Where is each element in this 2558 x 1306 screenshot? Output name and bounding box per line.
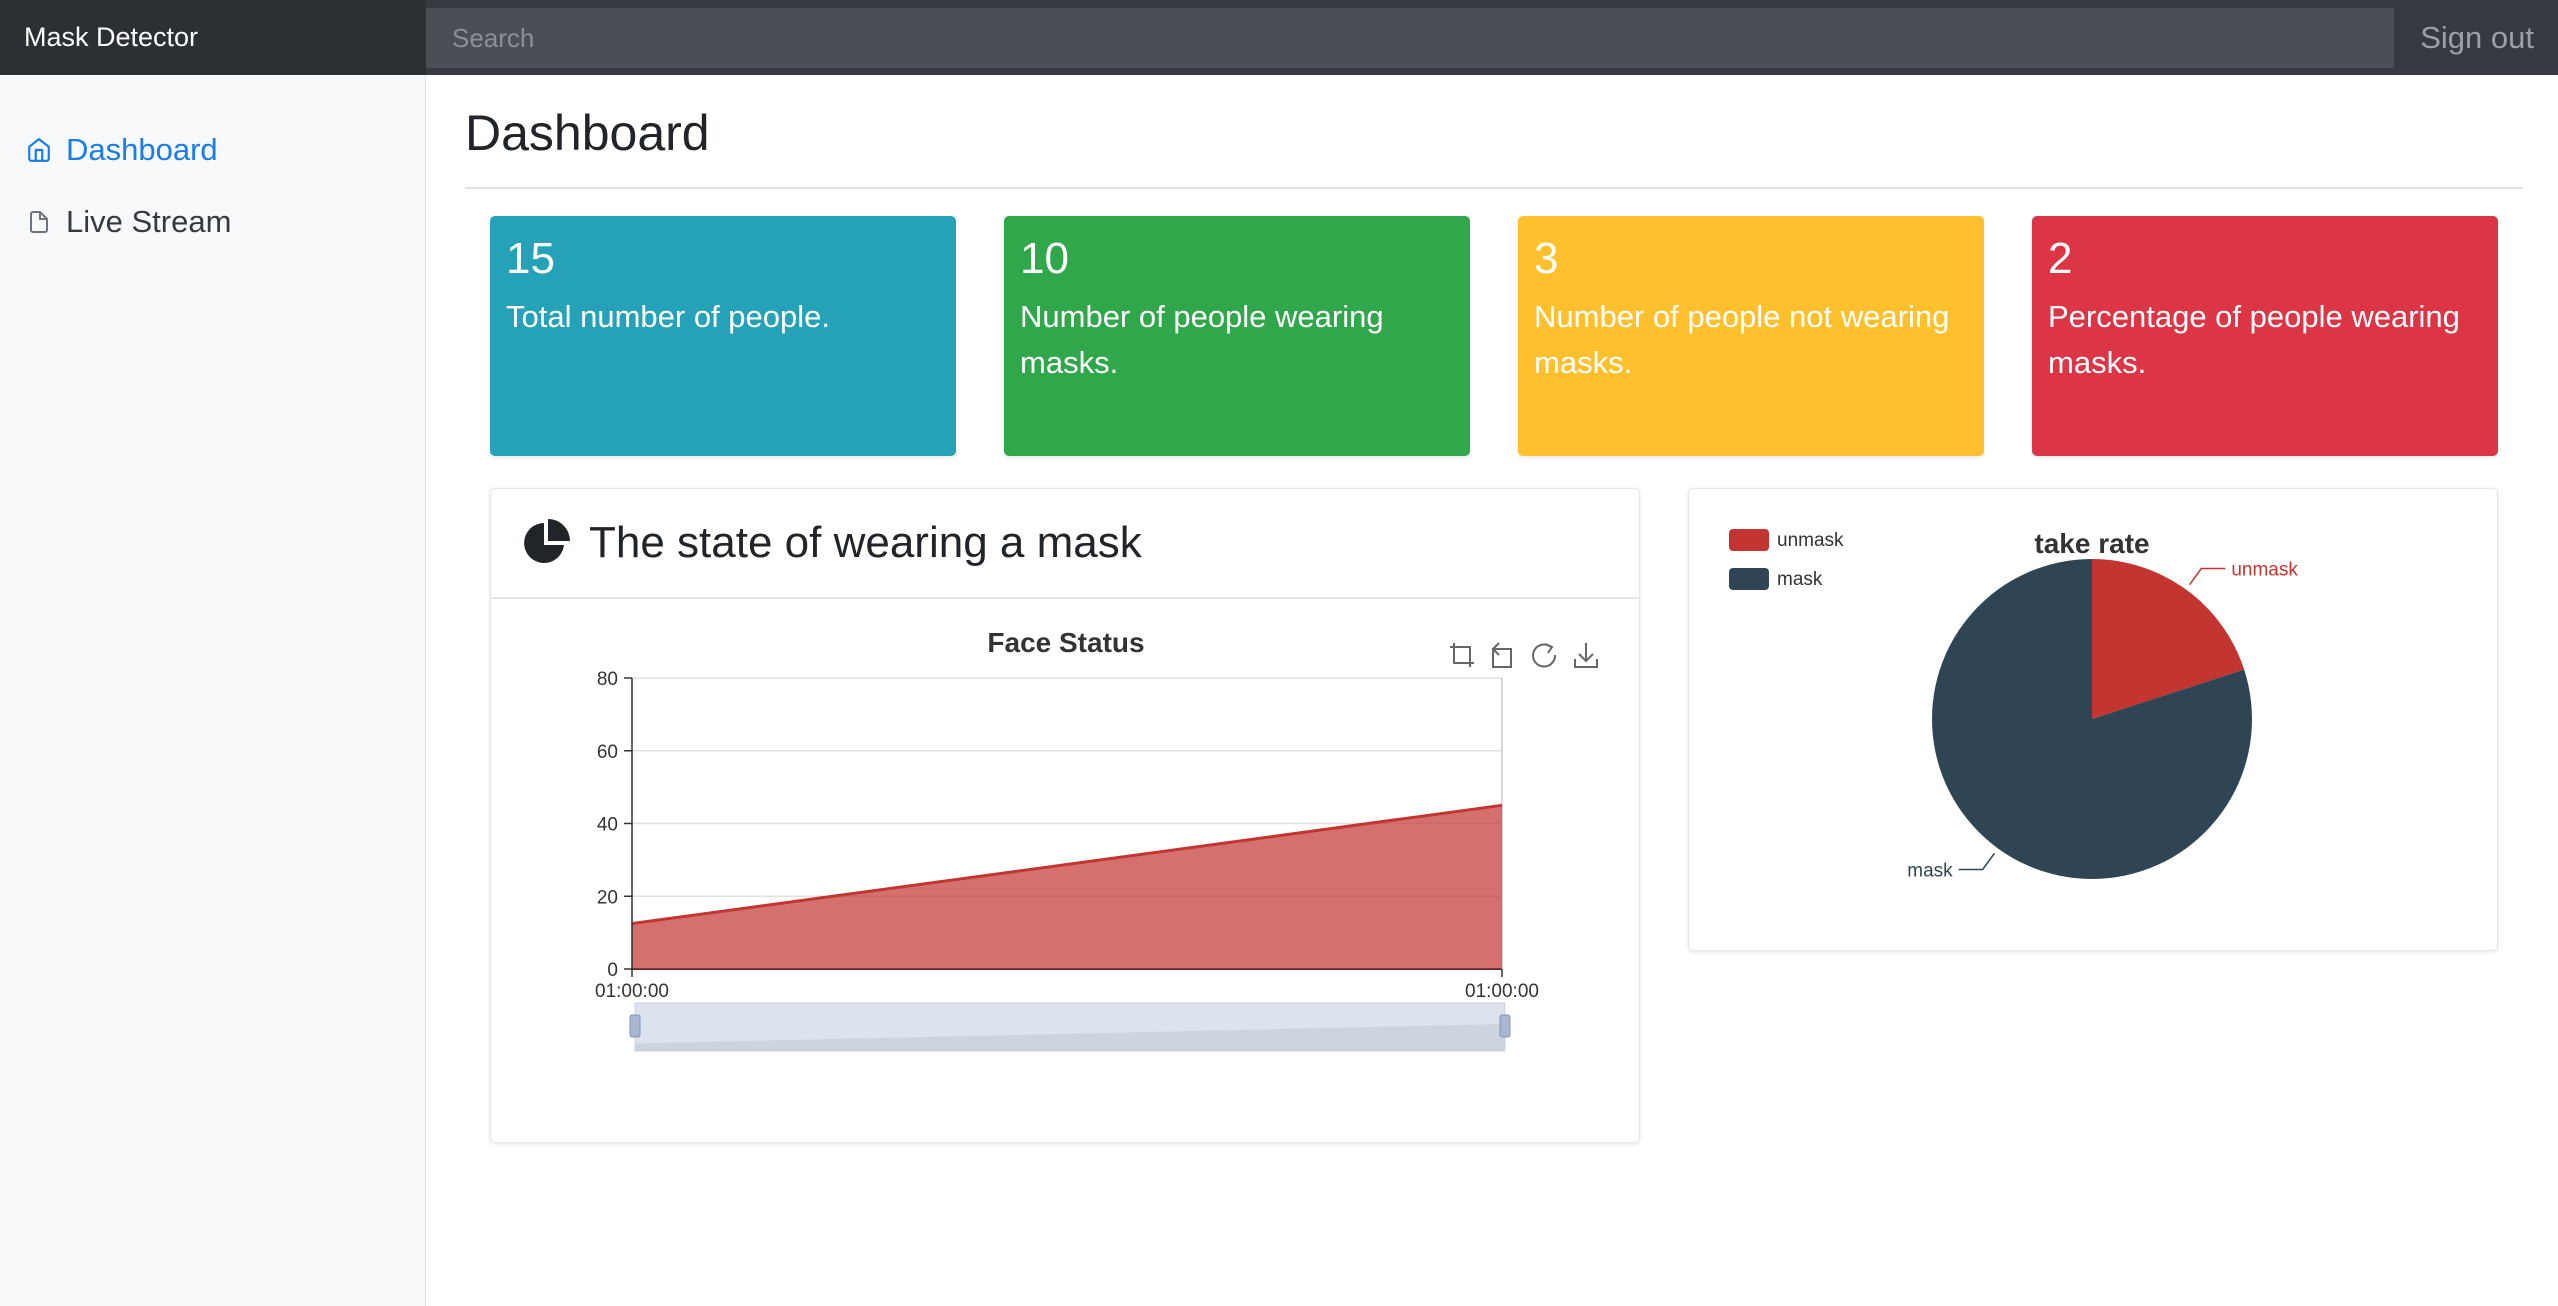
face-status-chart: 0 20 40 60 80 01:00:00 01:00:00 Face Status (595, 627, 1598, 1052)
legend-swatch[interactable] (1729, 529, 1769, 551)
legend-label[interactable]: mask (1777, 569, 1823, 590)
save-image-icon[interactable] (1574, 643, 1598, 668)
x-tick-label: 01:00:00 (1465, 981, 1539, 1002)
stat-value: 2 (2048, 234, 2073, 283)
chart-title: take rate (2034, 528, 2149, 559)
zoom-reset-icon[interactable] (1492, 642, 1512, 668)
stat-card-wearing: 10 Number of people wearing masks. (1004, 216, 1470, 456)
data-zoom-handle[interactable] (1499, 1014, 1511, 1038)
page-title: Dashboard (465, 105, 710, 161)
stat-description: Total number of people. (506, 299, 830, 334)
sidebar: Dashboard Live Stream (0, 75, 426, 1306)
stat-card-total: 15 Total number of people. (490, 216, 956, 456)
legend-label[interactable]: unmask (1777, 530, 1844, 551)
y-tick-label: 40 (597, 815, 618, 836)
stat-card-percentage: 2 Percentage of people wearing masks. (2032, 216, 2498, 456)
stat-value: 3 (1534, 234, 1559, 283)
series-area (632, 805, 1502, 969)
restore-icon[interactable] (1532, 643, 1557, 668)
chart-title: Face Status (987, 627, 1144, 658)
pie-label-line (1958, 852, 1996, 871)
sidebar-item-dashboard[interactable]: Dashboard (24, 125, 218, 175)
title-divider (465, 187, 2523, 189)
stat-value: 15 (506, 234, 555, 283)
data-zoom-handle[interactable] (629, 1014, 641, 1038)
stat-description: Number of people not wearing masks. (1534, 299, 1950, 380)
sidebar-item-label: Live Stream (66, 204, 232, 239)
panel-header: The state of wearing a mask (491, 489, 1639, 599)
zoom-icon[interactable] (1450, 643, 1474, 667)
take-rate-panel: unmaskmask take rate rate unmaskmask (1688, 488, 2498, 951)
y-tick-label: 20 (597, 887, 618, 908)
pie-label: unmask (2231, 560, 2298, 581)
stat-value: 10 (1020, 234, 1069, 283)
sidebar-item-live-stream[interactable]: Live Stream (24, 197, 231, 247)
y-tick-label: 80 (597, 669, 618, 690)
stat-description: Number of people wearing masks. (1020, 299, 1384, 380)
sidebar-item-label: Dashboard (66, 132, 218, 167)
pie-label: mask (1907, 860, 1953, 881)
mask-state-panel: The state of wearing a mask 0 20 40 60 80 01:… (490, 488, 1640, 1143)
file-icon (24, 207, 54, 237)
top-navbar: Mask Detector Sign out (0, 0, 2558, 75)
panel-title: The state of wearing a mask (589, 518, 1142, 567)
stat-card-not-wearing: 3 Number of people not wearing masks. (1518, 216, 1984, 456)
stat-description: Percentage of people wearing masks. (2048, 299, 2460, 380)
pie-chart-icon (521, 518, 571, 568)
legend-swatch[interactable] (1729, 568, 1769, 590)
take-rate-chart: unmaskmask take rate rate unmaskmask (1729, 528, 2298, 881)
search-input[interactable] (426, 8, 2394, 68)
x-tick-label: 01:00:00 (595, 981, 669, 1002)
y-tick-label: 0 (607, 960, 618, 981)
y-tick-label: 60 (597, 742, 618, 763)
brand-title[interactable]: Mask Detector (0, 0, 426, 75)
sign-out-link[interactable]: Sign out (2420, 0, 2558, 75)
pie-label-line (2188, 567, 2226, 586)
home-icon (24, 135, 54, 165)
